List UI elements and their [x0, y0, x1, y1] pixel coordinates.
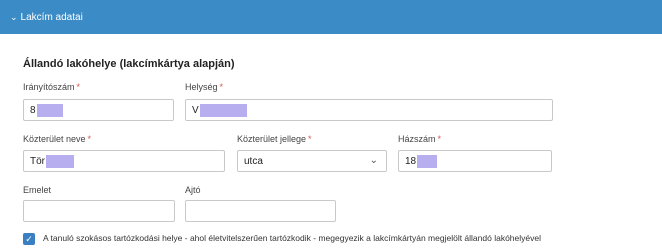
kozterulet-neve-value: Tör — [30, 155, 45, 167]
helyseg-label-text: Helység — [185, 82, 218, 92]
redaction-block — [199, 103, 247, 117]
redaction-block — [417, 154, 438, 168]
panel-title: Lakcím adatai — [20, 11, 83, 23]
checkmark-icon: ✓ — [25, 234, 33, 244]
hazszam-label: Házszám * — [398, 134, 441, 144]
kozterulet-neve-label-text: Közterület neve — [23, 134, 86, 144]
kozterulet-neve-input[interactable]: Tör — [23, 150, 225, 172]
redaction-block — [46, 154, 74, 168]
iranyitoszam-input[interactable]: 8 — [23, 99, 174, 121]
hazszam-label-text: Házszám — [398, 134, 436, 144]
kozterulet-jellege-value: utca — [244, 155, 263, 167]
chevron-down-icon: ⌄ — [369, 155, 378, 166]
hazszam-value: 18 — [405, 155, 417, 167]
iranyitoszam-label-text: Irányítószám — [23, 82, 75, 92]
kozterulet-neve-label: Közterület neve * — [23, 134, 91, 144]
required-mark: * — [308, 134, 312, 144]
kozterulet-jellege-select[interactable]: utca ⌄ — [237, 150, 387, 172]
panel-header-lakcim[interactable]: ⌄ Lakcím adatai — [0, 0, 662, 34]
chevron-down-icon: ⌄ — [10, 11, 18, 22]
hazszam-input[interactable]: 18 — [398, 150, 552, 172]
ajto-input[interactable] — [185, 200, 336, 222]
emelet-input[interactable] — [23, 200, 175, 222]
helyseg-label: Helység * — [185, 82, 223, 92]
emelet-label: Emelet — [23, 185, 52, 195]
required-mark: * — [76, 82, 81, 92]
required-mark: * — [87, 134, 92, 144]
helyseg-value: V — [192, 104, 199, 116]
iranyitoszam-value: 8 — [30, 104, 36, 116]
ajto-label: Ajtó — [185, 185, 201, 195]
required-mark: * — [219, 82, 224, 92]
same-address-checkbox-label[interactable]: A tanuló szokásos tartózkodási helye - a… — [43, 233, 541, 243]
same-address-checkbox[interactable]: ✓ — [23, 233, 35, 245]
kozterulet-jellege-label-text: Közterület jellege — [237, 134, 307, 144]
helyseg-input[interactable]: V — [185, 99, 553, 121]
section-title: Állandó lakóhelye (lakcímkártya alapján) — [23, 58, 235, 70]
iranyitoszam-label: Irányítószám * — [23, 82, 80, 92]
kozterulet-jellege-label: Közterület jellege * — [237, 134, 312, 144]
required-mark: * — [437, 134, 442, 144]
redaction-block — [36, 103, 63, 117]
